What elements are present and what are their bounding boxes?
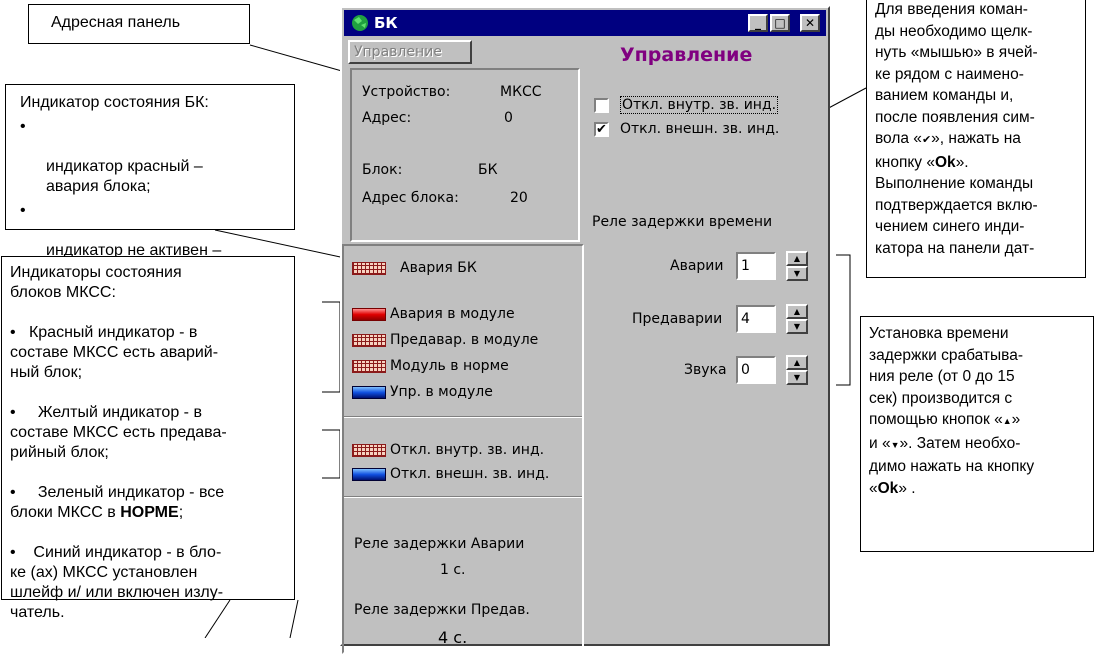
callout-modules-item: • Зеленый индикатор - все блоки МКСС в Н… [10, 484, 225, 521]
address-label: Адрес: [362, 110, 412, 126]
callout-address-panel-text: Адресная панель [51, 14, 181, 31]
check-icon: ✔ [596, 122, 607, 137]
title-bar[interactable]: БК _ □ ✕ [344, 10, 826, 36]
bullet-icon: • [10, 544, 16, 561]
maximize-button[interactable]: □ [770, 14, 790, 32]
bk-window: БК _ □ ✕ Управление Управление Устройств… [340, 6, 830, 654]
block-address-label: Адрес блока: [362, 190, 459, 206]
delay-alarm-label: Реле задержки Аварии [354, 536, 525, 552]
control-button[interactable]: Управление [348, 40, 472, 64]
divider [344, 496, 582, 498]
internal-sound-indicator [352, 444, 386, 457]
spinner-prealarm-input[interactable]: 4 [736, 305, 776, 333]
delay-alarm-value: 1 с. [440, 562, 466, 578]
external-sound-indicator [352, 468, 386, 481]
app-globe-icon [352, 15, 368, 31]
callout-address-panel: Адресная панель [28, 4, 250, 44]
internal-sound-checkbox[interactable] [594, 98, 609, 113]
check-icon: ✔ [921, 134, 932, 146]
bullet-icon: • [10, 324, 16, 341]
status-panel: Авария БК Авария в модуле Предавар. в мо… [342, 244, 584, 654]
callout-delay-setting: Установка времени задержки срабатыва- ни… [860, 316, 1094, 552]
delay-prealarm-label: Реле задержки Предав. [354, 602, 530, 618]
spinner-sound-label: Звука [684, 362, 727, 378]
spinner-alarm-down-button[interactable]: ▼ [786, 266, 808, 281]
address-value: 0 [504, 110, 513, 126]
external-sound-label: Откл. внешн. зв. инд. [390, 466, 550, 482]
internal-sound-label: Откл. внутр. зв. инд. [390, 442, 545, 458]
spinner-sound-down-button[interactable]: ▼ [786, 370, 808, 385]
callout-status-indicator: Индикатор состояния БК: • индикатор крас… [5, 84, 295, 279]
module-control-indicator [352, 386, 386, 399]
spinner-prealarm-label: Предаварии [632, 311, 723, 327]
spinner-alarm-up-button[interactable]: ▲ [786, 251, 808, 266]
callout-commands: Для введения коман- ды необходимо щелк- … [866, 0, 1086, 278]
block-value: БК [478, 162, 498, 178]
spinner-alarm-label: Аварии [670, 258, 724, 274]
module-normal-label: Модуль в норме [390, 358, 509, 374]
module-prealarm-label: Предавар. в модуле [390, 332, 539, 348]
internal-sound-command-label: Откл. внутр. зв. инд. [620, 96, 779, 114]
divider [344, 416, 582, 418]
relay-heading: Реле задержки времени [592, 214, 773, 230]
device-info-panel: Устройство: МКСС Адрес: 0 Блок: БК Адрес… [350, 68, 580, 242]
module-prealarm-indicator [352, 334, 386, 347]
minimize-button[interactable]: _ [748, 14, 768, 32]
spinner-sound-up-button[interactable]: ▲ [786, 355, 808, 370]
module-alarm-indicator [352, 308, 386, 321]
bullet-icon: • [20, 202, 26, 219]
alarm-bk-indicator [352, 262, 386, 275]
spinner-prealarm-down-button[interactable]: ▼ [786, 319, 808, 334]
device-value: МКСС [500, 84, 542, 100]
bullet-icon: • [10, 404, 16, 421]
callout-modules-item: • Красный индикатор - в составе МКСС ест… [10, 324, 219, 381]
external-sound-checkbox[interactable]: ✔ [594, 122, 609, 137]
module-alarm-label: Авария в модуле [390, 306, 515, 322]
device-label: Устройство: [362, 84, 451, 100]
arrow-down-icon: ▼ [890, 439, 900, 450]
window-title: БК [374, 14, 398, 32]
callout-module-indicators: Индикаторы состояния блоков МКСС: • Крас… [1, 256, 295, 621]
callout-modules-item: • Синий индикатор - в бло- ке (ах) МКСС … [10, 544, 224, 621]
spinner-sound-input[interactable]: 0 [736, 356, 776, 384]
callout-status-item: • индикатор красный – авария блока; [20, 118, 203, 195]
bullet-icon: • [10, 484, 16, 501]
module-normal-indicator [352, 360, 386, 373]
spinner-alarm-input[interactable]: 1 [736, 252, 776, 280]
close-button[interactable]: ✕ [800, 14, 820, 32]
block-label: Блок: [362, 162, 403, 178]
callout-modules-title: Индикаторы состояния блоков МКСС: [10, 264, 182, 301]
block-address-value: 20 [510, 190, 528, 206]
control-heading: Управление [620, 44, 753, 66]
callout-modules-item: • Желтый индикатор - в составе МКСС есть… [10, 404, 227, 461]
external-sound-command-label: Откл. внешн. зв. инд. [620, 121, 780, 137]
module-control-label: Упр. в модуле [390, 384, 493, 400]
arrow-up-icon: ▲ [1002, 416, 1012, 426]
bullet-icon: • [20, 118, 26, 135]
spinner-prealarm-up-button[interactable]: ▲ [786, 304, 808, 319]
callout-status-title: Индикатор состояния БК: [20, 94, 209, 111]
alarm-bk-label: Авария БК [400, 260, 477, 276]
